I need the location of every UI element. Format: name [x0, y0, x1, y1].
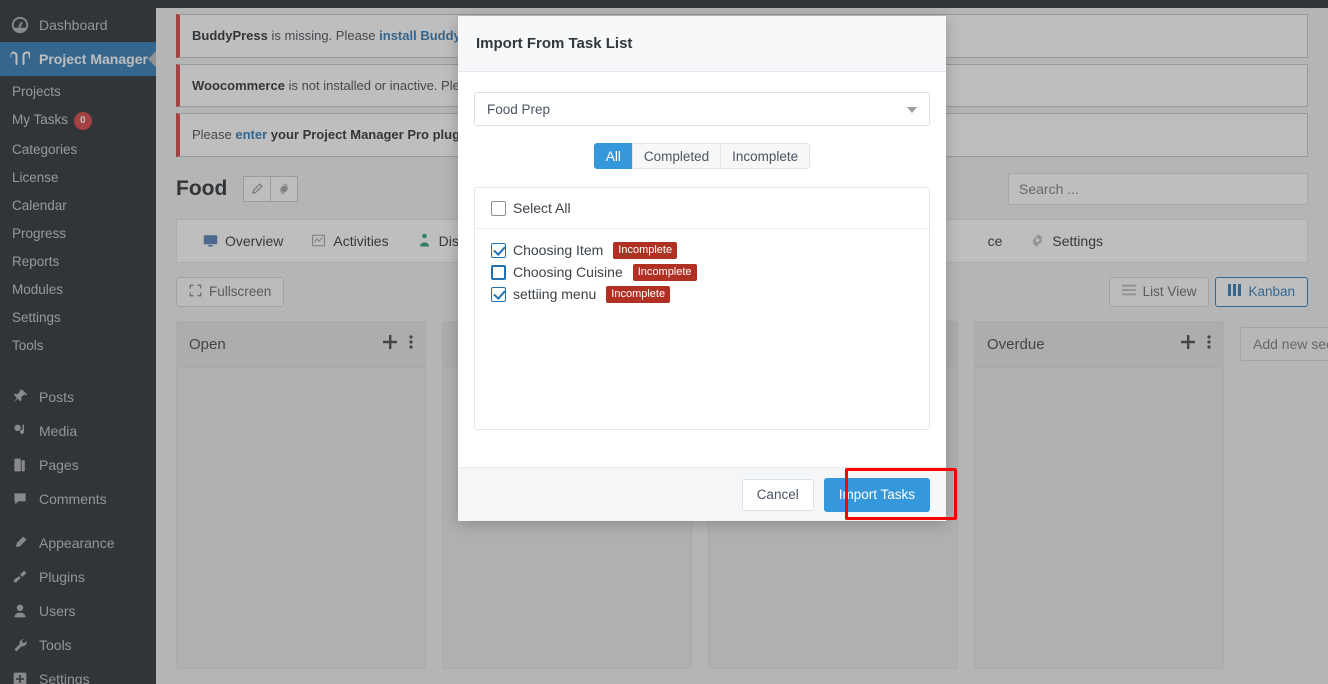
import-from-task-list-modal: Import From Task List Food Prep All Comp…	[458, 16, 946, 521]
status-badge: Incomplete	[613, 241, 678, 259]
task-checkbox[interactable]	[491, 264, 506, 280]
select-all-row[interactable]: Select All	[475, 188, 929, 229]
modal-footer: Cancel Import Tasks	[458, 467, 946, 521]
task-list-select-value: Food Prep	[487, 101, 551, 117]
task-row[interactable]: Choosing Cuisine Incomplete	[491, 261, 913, 283]
filter-label: Completed	[643, 148, 710, 164]
filter-label: All	[605, 148, 621, 164]
task-checkbox[interactable]	[491, 242, 506, 258]
modal-title: Import From Task List	[476, 35, 633, 52]
task-checkbox[interactable]	[491, 286, 506, 302]
task-list-panel: Select All Choosing Item Incomplete Choo…	[474, 187, 930, 430]
select-all-checkbox[interactable]	[491, 200, 506, 216]
status-filter-group: All Completed Incomplete	[474, 143, 930, 169]
task-name: Choosing Item	[513, 242, 604, 258]
task-list-select[interactable]: Food Prep	[474, 92, 930, 126]
cancel-button[interactable]: Cancel	[741, 478, 814, 511]
task-name: Choosing Cuisine	[513, 264, 623, 280]
chevron-down-icon	[907, 107, 917, 113]
modal-header: Import From Task List	[458, 16, 946, 72]
status-badge: Incomplete	[632, 263, 697, 281]
task-row[interactable]: settiing menu Incomplete	[491, 283, 913, 305]
select-all-label: Select All	[513, 200, 571, 216]
task-name: settiing menu	[513, 286, 597, 302]
modal-body: Food Prep All Completed Incomplete Selec…	[458, 72, 946, 467]
filter-incomplete[interactable]: Incomplete	[720, 143, 811, 169]
import-tasks-button[interactable]: Import Tasks	[823, 477, 930, 512]
task-rows: Choosing Item Incomplete Choosing Cuisin…	[475, 229, 929, 305]
filter-label: Incomplete	[732, 148, 799, 164]
status-badge: Incomplete	[606, 285, 671, 303]
task-row[interactable]: Choosing Item Incomplete	[491, 239, 913, 261]
filter-all[interactable]: All	[593, 143, 633, 169]
filter-completed[interactable]: Completed	[631, 143, 722, 169]
